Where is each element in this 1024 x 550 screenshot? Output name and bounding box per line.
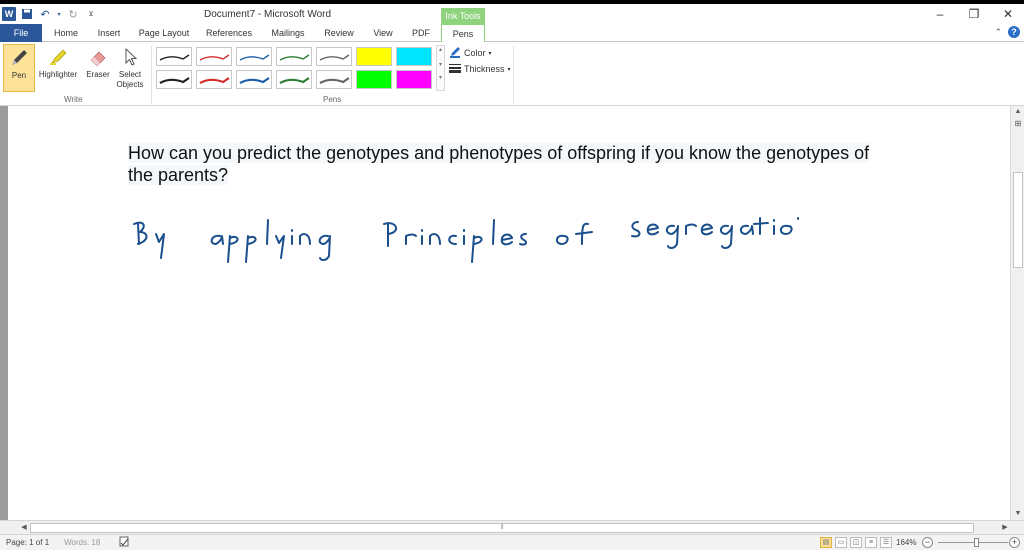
customize-qat-icon[interactable]: ⊻	[84, 7, 98, 21]
pen-color-icon	[449, 46, 461, 60]
thickness-label: Thickness	[464, 64, 505, 74]
scroll-up-icon[interactable]: ▲	[1011, 106, 1024, 118]
highlighter-label: Highlighter	[38, 70, 78, 79]
title-bar: W ↶ ▾ ↻ ⊻ Document7 - Microsoft Word Ink…	[0, 0, 1024, 28]
highlighter-swatch-cyan[interactable]	[396, 47, 432, 66]
window-title: Document7 - Microsoft Word	[204, 9, 332, 20]
close-icon[interactable]: ✕	[998, 7, 1018, 21]
help-icon[interactable]: ?	[1008, 26, 1020, 38]
full-screen-reading-icon[interactable]: ▭	[835, 537, 847, 548]
zoom-out-icon[interactable]: −	[922, 537, 933, 548]
zoom-slider-knob[interactable]	[974, 538, 979, 547]
pen-swatch[interactable]	[276, 70, 312, 89]
ribbon-separator	[513, 46, 514, 104]
outline-icon[interactable]: ≡	[865, 537, 877, 548]
tab-page-layout[interactable]: Page Layout	[136, 24, 192, 42]
tab-home[interactable]: Home	[50, 24, 82, 42]
tab-view[interactable]: View	[368, 24, 398, 42]
handwritten-ink[interactable]	[126, 210, 806, 270]
highlighter-button[interactable]: Highlighter	[37, 44, 79, 92]
draft-icon[interactable]: ☰	[880, 537, 892, 548]
save-icon[interactable]	[20, 7, 34, 21]
print-layout-icon[interactable]: ▤	[820, 537, 832, 548]
tab-insert[interactable]: Insert	[92, 24, 126, 42]
undo-dropdown-icon[interactable]: ▾	[56, 7, 62, 21]
status-bar: Page: 1 of 1 Words: 18 ▤ ▭ ◫ ≡ ☰ 164% − …	[0, 534, 1024, 550]
horizontal-scroll-thumb[interactable]: ⦀	[30, 523, 974, 533]
pens-group-label: Pens	[323, 95, 342, 104]
vertical-scrollbar[interactable]: ▲ ⊞ ▼	[1010, 106, 1024, 520]
pen-swatch[interactable]	[196, 47, 232, 66]
page-count[interactable]: Page: 1 of 1	[6, 538, 49, 547]
pen-icon	[7, 47, 31, 69]
pen-swatch[interactable]	[156, 47, 192, 66]
highlighter-icon	[46, 46, 70, 68]
pen-gallery	[154, 45, 437, 91]
highlighter-swatch-green[interactable]	[356, 70, 392, 89]
ribbon: Pen Highlighter Eraser Select Objects Wr…	[0, 42, 1024, 106]
ribbon-separator	[151, 46, 152, 104]
thickness-dropdown-icon: ▾	[507, 66, 511, 73]
eraser-label: Eraser	[86, 70, 110, 79]
write-group-label: Write	[64, 95, 83, 104]
tab-pdf[interactable]: PDF	[408, 24, 434, 42]
pen-button[interactable]: Pen	[3, 44, 35, 92]
tab-references[interactable]: References	[202, 24, 256, 42]
highlighter-swatch-magenta[interactable]	[396, 70, 432, 89]
gallery-up-icon[interactable]: ▴	[437, 46, 444, 53]
zoom-level[interactable]: 164%	[896, 538, 916, 547]
word-logo-icon[interactable]: W	[2, 7, 16, 21]
pen-label: Pen	[11, 71, 27, 80]
ribbon-tabs: File Home Insert Page Layout References …	[0, 24, 1024, 43]
pen-swatch[interactable]	[276, 47, 312, 66]
scroll-left-icon[interactable]: ◀	[18, 521, 30, 535]
scroll-right-icon[interactable]: ▶	[999, 521, 1011, 535]
restore-icon[interactable]: ❐	[964, 7, 984, 21]
color-button[interactable]: Color ▾	[449, 46, 492, 60]
scroll-down-icon[interactable]: ▼	[1011, 508, 1024, 520]
tab-file[interactable]: File	[0, 24, 42, 42]
gallery-scroll[interactable]: ▴ ▾ ▾	[436, 45, 445, 91]
question-paragraph[interactable]: How can you predict the genotypes and ph…	[128, 142, 898, 186]
color-label: Color	[464, 48, 486, 58]
proofing-icon[interactable]	[118, 536, 130, 550]
help-area: ⌃ ?	[994, 26, 1020, 38]
eraser-icon	[86, 46, 110, 68]
minimize-ribbon-icon[interactable]: ⌃	[994, 27, 1002, 38]
pen-swatch[interactable]	[156, 70, 192, 89]
word-count[interactable]: Words: 18	[64, 538, 100, 547]
pen-swatch[interactable]	[316, 70, 352, 89]
thickness-icon	[449, 63, 461, 75]
pen-swatch[interactable]	[236, 70, 272, 89]
select-objects-button[interactable]: Select Objects	[114, 44, 146, 92]
quick-access-toolbar: W ↶ ▾ ↻ ⊻	[2, 7, 98, 21]
window-controls: – ❐ ✕	[930, 7, 1018, 21]
gallery-more-icon[interactable]: ▾	[437, 74, 444, 81]
highlighter-swatch-yellow[interactable]	[356, 47, 392, 66]
redo-icon[interactable]: ↻	[66, 7, 80, 21]
zoom-slider[interactable]	[938, 542, 1008, 543]
pen-swatch[interactable]	[196, 70, 232, 89]
select-cursor-icon	[118, 46, 142, 68]
web-layout-icon[interactable]: ◫	[850, 537, 862, 548]
thickness-button[interactable]: Thickness ▾	[449, 63, 511, 75]
scroll-down-group: ▼	[1011, 508, 1024, 520]
vertical-scroll-thumb[interactable]	[1013, 172, 1023, 268]
document-canvas[interactable]: How can you predict the genotypes and ph…	[0, 106, 1010, 520]
select-objects-label: Select Objects	[116, 70, 144, 89]
tab-mailings[interactable]: Mailings	[266, 24, 310, 42]
color-dropdown-icon: ▾	[488, 50, 492, 57]
question-text: How can you predict the genotypes and ph…	[128, 143, 870, 185]
tab-pens[interactable]: Pens	[441, 24, 485, 43]
horizontal-scrollbar[interactable]: ◀ ⦀ ▶	[0, 520, 1024, 534]
tab-review[interactable]: Review	[320, 24, 358, 42]
pen-swatch[interactable]	[236, 47, 272, 66]
minimize-icon[interactable]: –	[930, 7, 950, 21]
zoom-in-icon[interactable]: +	[1009, 537, 1020, 548]
pen-swatch[interactable]	[316, 47, 352, 66]
eraser-button[interactable]: Eraser	[83, 44, 113, 92]
ruler-toggle-icon[interactable]: ⊞	[1011, 118, 1024, 130]
gallery-down-icon[interactable]: ▾	[437, 61, 444, 68]
undo-icon[interactable]: ↶	[38, 7, 52, 21]
